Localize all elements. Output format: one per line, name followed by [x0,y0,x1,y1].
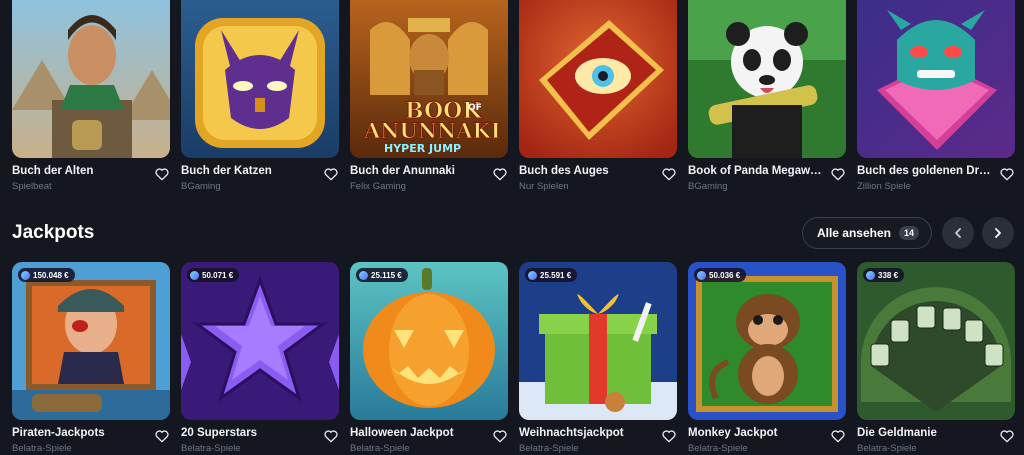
game-title: Weihnachtsjackpot [519,427,624,439]
game-title: Piraten-Jackpots [12,427,105,439]
game-thumbnail[interactable] [688,0,846,158]
game-logo-text: OF [468,103,482,113]
game-title: Book of Panda Megaways [688,165,824,177]
game-thumbnail[interactable]: BOOK OF ANUNNAKI HYPER JUMP [350,0,508,158]
game-title: Buch des goldenen Drachen [857,165,993,177]
coin-icon [21,270,30,280]
game-thumbnail[interactable] [12,0,170,158]
game-provider: BGaming [181,181,221,192]
game-card[interactable]: BOOK OF ANUNNAKI HYPER JUMP Buch der Anu… [350,0,508,198]
heart-icon[interactable] [492,166,508,182]
see-all-label: Alle ansehen [816,226,891,240]
jackpot-game-card[interactable]: 25.591 € Weihnachtsjackpot Belatra-Spiel… [519,262,677,455]
chevron-left-icon [955,228,961,238]
game-thumbnail[interactable] [857,0,1015,158]
game-title: Buch des Auges [519,165,609,177]
game-thumbnail[interactable] [181,0,339,158]
heart-icon[interactable] [154,428,170,444]
game-title: Buch der Anunnaki [350,165,455,177]
game-provider: Nur Spielen [519,181,569,192]
game-card[interactable]: Buch des Auges Nur Spielen [519,0,677,198]
heart-icon[interactable] [661,166,677,182]
section-title: Jackpots [12,222,95,243]
game-title: Buch der Alten [12,165,94,177]
game-title: Die Geldmanie [857,427,937,439]
game-thumbnail[interactable]: 150.048 € [12,262,170,420]
carousel-prev-button[interactable] [942,217,974,249]
jackpot-amount-badge: 25.591 € [525,268,578,282]
carousel-next-button[interactable] [982,217,1014,249]
jackpot-amount-badge: 150.048 € [18,268,75,282]
jackpot-amount: 25.591 € [540,270,572,280]
game-card[interactable]: Buch der Katzen BGaming [181,0,339,198]
jackpot-amount-badge: 25.115 € [356,268,408,282]
coin-icon [866,270,875,280]
jackpot-amount: 50.071 € [202,270,234,280]
chevron-right-icon [995,228,1001,238]
game-thumbnail[interactable] [519,0,677,158]
jackpot-game-card[interactable]: 25.115 € Halloween Jackpot Belatra-Spiel… [350,262,508,455]
see-all-button[interactable]: Alle ansehen 14 [801,217,932,249]
game-thumbnail[interactable]: 338 € [857,262,1015,420]
game-thumbnail[interactable]: 50.036 € [688,262,846,420]
jackpot-amount-badge: 50.071 € [187,268,240,282]
jackpot-amount: 150.048 € [33,270,69,280]
game-thumbnail[interactable]: 25.115 € [350,262,508,420]
jackpot-game-card[interactable]: 50.071 € 20 Superstars Belatra-Spiele [181,262,339,455]
game-provider: Belatra-Spiele [519,443,579,454]
game-provider: Belatra-Spiele [181,443,241,454]
heart-icon[interactable] [154,166,170,182]
jackpot-amount-badge: 50.036 € [694,268,747,282]
game-title: 20 Superstars [181,427,258,439]
jackpots-row: 150.048 € Piraten-Jackpots Belatra-Spiel… [12,262,1018,455]
jackpot-game-card[interactable]: 338 € Die Geldmanie Belatra-Spiele [857,262,1015,455]
jackpot-game-card[interactable]: 50.036 € Monkey Jackpot Belatra-Spiele [688,262,846,455]
game-thumbnail[interactable]: 25.591 € [519,262,677,420]
game-card[interactable]: Buch des goldenen Drachen Zillion Spiele [857,0,1015,198]
heart-icon[interactable] [661,428,677,444]
game-title: Monkey Jackpot [688,427,778,439]
game-card[interactable]: Buch der Alten Spielbeat [12,0,170,198]
game-logo-text: ANUNNAKI [363,118,501,143]
jackpot-amount: 338 € [878,270,899,280]
heart-icon[interactable] [830,428,846,444]
coin-icon [697,270,706,280]
see-all-count-badge: 14 [898,226,919,240]
game-title: Buch der Katzen [181,165,272,177]
game-provider: Zillion Spiele [857,181,911,192]
game-provider: Felix Gaming [350,181,406,192]
heart-icon[interactable] [323,428,339,444]
game-provider: Belatra-Spiele [350,443,410,454]
coin-icon [528,270,537,280]
heart-icon[interactable] [999,166,1015,182]
top-games-row: Buch der Alten Spielbeat Buch der Katzen… [12,0,1018,198]
game-thumbnail[interactable]: 50.071 € [181,262,339,420]
game-title: Halloween Jackpot [350,427,454,439]
game-card[interactable]: Book of Panda Megaways BGaming [688,0,846,198]
game-logo-text: HYPER JUMP [384,142,461,155]
heart-icon[interactable] [492,428,508,444]
coin-icon [359,270,368,280]
heart-icon[interactable] [323,166,339,182]
game-provider: Belatra-Spiele [12,443,72,454]
game-provider: Belatra-Spiele [688,443,748,454]
game-provider: Spielbeat [12,181,52,192]
jackpots-section-header: Jackpots Alle ansehen 14 [12,216,1014,250]
coin-icon [190,270,199,280]
jackpot-amount: 25.115 € [371,270,402,280]
game-provider: Belatra-Spiele [857,443,917,454]
heart-icon[interactable] [830,166,846,182]
jackpot-amount-badge: 338 € [863,268,905,282]
jackpot-game-card[interactable]: 150.048 € Piraten-Jackpots Belatra-Spiel… [12,262,170,455]
heart-icon[interactable] [999,428,1015,444]
jackpot-amount: 50.036 € [709,270,741,280]
game-provider: BGaming [688,181,728,192]
